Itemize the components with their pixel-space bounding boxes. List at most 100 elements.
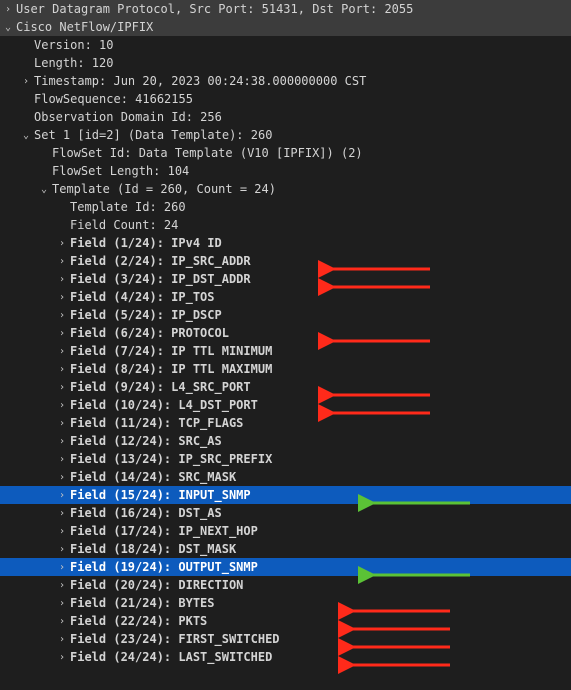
row-label: Field (19/24): OUTPUT_SNMP — [70, 558, 258, 576]
chevron-right-icon[interactable]: › — [56, 632, 68, 647]
chevron-right-icon[interactable]: › — [56, 578, 68, 593]
length: ›Length: 120 — [0, 54, 571, 72]
chevron-right-icon[interactable]: › — [56, 650, 68, 665]
row-label: Field (20/24): DIRECTION — [70, 576, 243, 594]
row-label: Field (14/24): SRC_MASK — [70, 468, 236, 486]
row-label: Field (16/24): DST_AS — [70, 504, 222, 522]
chevron-right-icon[interactable]: › — [20, 74, 32, 89]
row-label: Template (Id = 260, Count = 24) — [52, 180, 276, 198]
field-3[interactable]: ›Field (3/24): IP_DST_ADDR — [0, 270, 571, 288]
row-label: Template Id: 260 — [70, 198, 186, 216]
row-label: Field (9/24): L4_SRC_PORT — [70, 378, 251, 396]
field-8[interactable]: ›Field (8/24): IP TTL MAXIMUM — [0, 360, 571, 378]
field-24[interactable]: ›Field (24/24): LAST_SWITCHED — [0, 648, 571, 666]
chevron-right-icon[interactable]: › — [56, 362, 68, 377]
row-label: Field (11/24): TCP_FLAGS — [70, 414, 243, 432]
row-label: Field (21/24): BYTES — [70, 594, 215, 612]
chevron-right-icon[interactable]: › — [56, 434, 68, 449]
chevron-right-icon[interactable]: › — [56, 524, 68, 539]
set-1[interactable]: ⌄Set 1 [id=2] (Data Template): 260 — [0, 126, 571, 144]
field-17[interactable]: ›Field (17/24): IP_NEXT_HOP — [0, 522, 571, 540]
row-label: User Datagram Protocol, Src Port: 51431,… — [16, 0, 413, 18]
template[interactable]: ⌄Template (Id = 260, Count = 24) — [0, 180, 571, 198]
field-2[interactable]: ›Field (2/24): IP_SRC_ADDR — [0, 252, 571, 270]
netflow-header[interactable]: ⌄Cisco NetFlow/IPFIX — [0, 18, 571, 36]
chevron-right-icon[interactable]: › — [2, 2, 14, 17]
field-6[interactable]: ›Field (6/24): PROTOCOL — [0, 324, 571, 342]
field-9[interactable]: ›Field (9/24): L4_SRC_PORT — [0, 378, 571, 396]
chevron-right-icon[interactable]: › — [56, 326, 68, 341]
chevron-right-icon[interactable]: › — [56, 344, 68, 359]
chevron-right-icon[interactable]: › — [56, 398, 68, 413]
timestamp[interactable]: ›Timestamp: Jun 20, 2023 00:24:38.000000… — [0, 72, 571, 90]
chevron-down-icon[interactable]: ⌄ — [38, 182, 50, 197]
flowset-len: ›FlowSet Length: 104 — [0, 162, 571, 180]
chevron-right-icon[interactable]: › — [56, 596, 68, 611]
udp-header[interactable]: ›User Datagram Protocol, Src Port: 51431… — [0, 0, 571, 18]
row-label: Field (24/24): LAST_SWITCHED — [70, 648, 272, 666]
field-18[interactable]: ›Field (18/24): DST_MASK — [0, 540, 571, 558]
row-label: Field (12/24): SRC_AS — [70, 432, 222, 450]
row-label: Field (6/24): PROTOCOL — [70, 324, 229, 342]
field-15[interactable]: ›Field (15/24): INPUT_SNMP — [0, 486, 571, 504]
row-label: Field (2/24): IP_SRC_ADDR — [70, 252, 251, 270]
field-12[interactable]: ›Field (12/24): SRC_AS — [0, 432, 571, 450]
field-21[interactable]: ›Field (21/24): BYTES — [0, 594, 571, 612]
field-13[interactable]: ›Field (13/24): IP_SRC_PREFIX — [0, 450, 571, 468]
chevron-right-icon[interactable]: › — [56, 308, 68, 323]
row-label: Field (5/24): IP_DSCP — [70, 306, 222, 324]
flowseq: ›FlowSequence: 41662155 — [0, 90, 571, 108]
fld-count: ›Field Count: 24 — [0, 216, 571, 234]
chevron-right-icon[interactable]: › — [56, 290, 68, 305]
row-label: Field (4/24): IP_TOS — [70, 288, 215, 306]
row-label: Field (3/24): IP_DST_ADDR — [70, 270, 251, 288]
field-16[interactable]: ›Field (16/24): DST_AS — [0, 504, 571, 522]
field-20[interactable]: ›Field (20/24): DIRECTION — [0, 576, 571, 594]
row-label: Field (17/24): IP_NEXT_HOP — [70, 522, 258, 540]
chevron-right-icon[interactable]: › — [56, 254, 68, 269]
field-14[interactable]: ›Field (14/24): SRC_MASK — [0, 468, 571, 486]
row-label: Field (8/24): IP TTL MAXIMUM — [70, 360, 272, 378]
field-4[interactable]: ›Field (4/24): IP_TOS — [0, 288, 571, 306]
row-label: FlowSet Id: Data Template (V10 [IPFIX]) … — [52, 144, 363, 162]
row-label: FlowSet Length: 104 — [52, 162, 189, 180]
row-label: Field (7/24): IP TTL MINIMUM — [70, 342, 272, 360]
version: ›Version: 10 — [0, 36, 571, 54]
chevron-right-icon[interactable]: › — [56, 560, 68, 575]
row-label: Timestamp: Jun 20, 2023 00:24:38.0000000… — [34, 72, 366, 90]
field-22[interactable]: ›Field (22/24): PKTS — [0, 612, 571, 630]
row-label: Field (18/24): DST_MASK — [70, 540, 236, 558]
field-1[interactable]: ›Field (1/24): IPv4 ID — [0, 234, 571, 252]
chevron-right-icon[interactable]: › — [56, 452, 68, 467]
tmpl-id: ›Template Id: 260 — [0, 198, 571, 216]
field-10[interactable]: ›Field (10/24): L4_DST_PORT — [0, 396, 571, 414]
row-label: FlowSequence: 41662155 — [34, 90, 193, 108]
chevron-right-icon[interactable]: › — [56, 416, 68, 431]
row-label: Field (15/24): INPUT_SNMP — [70, 486, 251, 504]
chevron-down-icon[interactable]: ⌄ — [2, 20, 14, 35]
row-label: Cisco NetFlow/IPFIX — [16, 18, 153, 36]
chevron-right-icon[interactable]: › — [56, 488, 68, 503]
chevron-right-icon[interactable]: › — [56, 470, 68, 485]
row-label: Field (13/24): IP_SRC_PREFIX — [70, 450, 272, 468]
flowset-id: ›FlowSet Id: Data Template (V10 [IPFIX])… — [0, 144, 571, 162]
chevron-right-icon[interactable]: › — [56, 542, 68, 557]
chevron-right-icon[interactable]: › — [56, 380, 68, 395]
row-label: Field (10/24): L4_DST_PORT — [70, 396, 258, 414]
field-11[interactable]: ›Field (11/24): TCP_FLAGS — [0, 414, 571, 432]
packet-tree[interactable]: ›User Datagram Protocol, Src Port: 51431… — [0, 0, 571, 666]
field-23[interactable]: ›Field (23/24): FIRST_SWITCHED — [0, 630, 571, 648]
row-label: Version: 10 — [34, 36, 113, 54]
chevron-right-icon[interactable]: › — [56, 614, 68, 629]
row-label: Length: 120 — [34, 54, 113, 72]
chevron-right-icon[interactable]: › — [56, 236, 68, 251]
chevron-right-icon[interactable]: › — [56, 506, 68, 521]
field-5[interactable]: ›Field (5/24): IP_DSCP — [0, 306, 571, 324]
chevron-right-icon[interactable]: › — [56, 272, 68, 287]
field-19[interactable]: ›Field (19/24): OUTPUT_SNMP — [0, 558, 571, 576]
field-7[interactable]: ›Field (7/24): IP TTL MINIMUM — [0, 342, 571, 360]
chevron-down-icon[interactable]: ⌄ — [20, 128, 32, 143]
row-label: Set 1 [id=2] (Data Template): 260 — [34, 126, 272, 144]
row-label: Field (1/24): IPv4 ID — [70, 234, 222, 252]
row-label: Field (23/24): FIRST_SWITCHED — [70, 630, 280, 648]
